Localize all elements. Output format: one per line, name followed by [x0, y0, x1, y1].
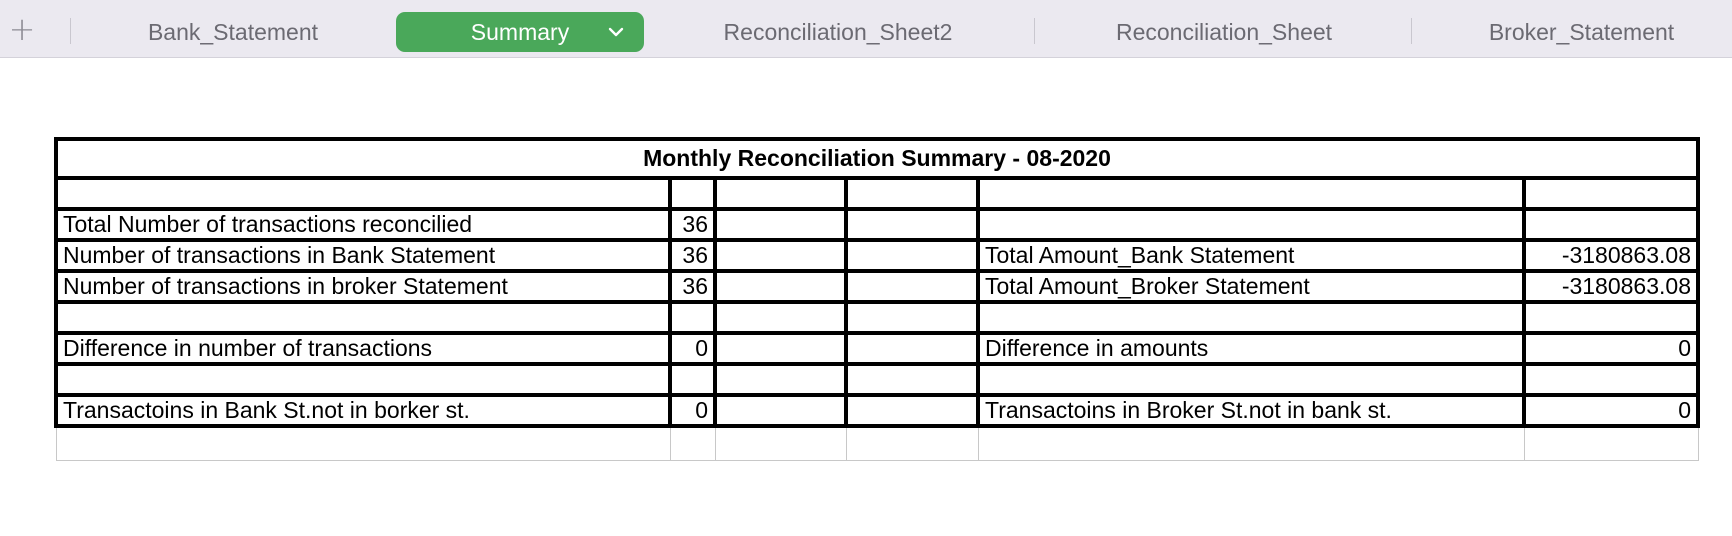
- table-cell[interactable]: [713, 269, 848, 304]
- count-difference-value[interactable]: 0: [668, 331, 717, 366]
- table-cell[interactable]: [54, 362, 672, 397]
- table-row: [55, 426, 1699, 461]
- summary-title[interactable]: Monthly Reconciliation Summary - 08-2020: [54, 137, 1700, 180]
- table-cell[interactable]: [844, 362, 980, 397]
- tab-broker-statement[interactable]: Broker_Statement: [1431, 12, 1732, 52]
- tab-divider: [1034, 18, 1035, 44]
- broker-count-label[interactable]: Number of transactions in broker Stateme…: [54, 269, 672, 304]
- table-cell[interactable]: [977, 426, 1525, 461]
- table-cell[interactable]: [1523, 426, 1699, 461]
- tab-divider: [1411, 18, 1412, 44]
- bank-total-value[interactable]: -3180863.08: [1522, 238, 1700, 273]
- total-reconciled-label[interactable]: Total Number of transactions reconcilied: [54, 207, 672, 242]
- table-cell[interactable]: [844, 176, 980, 211]
- broker-count-value[interactable]: 36: [668, 269, 717, 304]
- table-cell[interactable]: [844, 207, 980, 242]
- table-cell[interactable]: [55, 426, 671, 461]
- tab-reconciliation-sheet[interactable]: Reconciliation_Sheet: [1054, 12, 1394, 52]
- chevron-down-icon[interactable]: [606, 22, 626, 42]
- tab-label: Bank_Statement: [147, 18, 319, 45]
- table-cell[interactable]: [976, 176, 1526, 211]
- broker-not-bank-value[interactable]: 0: [1522, 393, 1700, 428]
- broker-total-value[interactable]: -3180863.08: [1522, 269, 1700, 304]
- reconciliation-summary-table: Monthly Reconciliation Summary - 08-2020…: [54, 137, 1700, 461]
- table-cell[interactable]: [844, 331, 980, 366]
- table-cell[interactable]: [713, 300, 848, 335]
- tab-label: Summary: [470, 18, 570, 45]
- table-cell[interactable]: [713, 238, 848, 273]
- tab-summary[interactable]: Summary: [396, 12, 644, 52]
- sheet-tab-bar: + Bank_Statement Summary Reconciliation_…: [0, 0, 1732, 58]
- table-cell[interactable]: [844, 393, 980, 428]
- table-cell[interactable]: [844, 238, 980, 273]
- title-row: Monthly Reconciliation Summary - 08-2020: [54, 137, 1700, 180]
- table-cell[interactable]: [1522, 300, 1700, 335]
- table-cell[interactable]: [976, 362, 1526, 397]
- table-cell[interactable]: [713, 362, 848, 397]
- table-cell[interactable]: [668, 176, 717, 211]
- bank-count-value[interactable]: 36: [668, 238, 717, 273]
- amount-difference-value[interactable]: 0: [1522, 331, 1700, 366]
- tab-label: Reconciliation_Sheet: [1115, 18, 1333, 45]
- table-cell[interactable]: [714, 426, 847, 461]
- tab-divider: [70, 18, 71, 44]
- table-cell[interactable]: [668, 300, 717, 335]
- bank-not-broker-label[interactable]: Transactoins in Bank St.not in borker st…: [54, 393, 672, 428]
- plus-icon: +: [8, 10, 36, 48]
- tab-reconciliation-sheet2[interactable]: Reconciliation_Sheet2: [664, 12, 1012, 52]
- total-reconciled-value[interactable]: 36: [668, 207, 717, 242]
- table-row: [54, 362, 1700, 397]
- table-cell[interactable]: [713, 207, 848, 242]
- table-cell[interactable]: [976, 207, 1526, 242]
- tab-label: Reconciliation_Sheet2: [723, 18, 953, 45]
- table-cell[interactable]: [976, 300, 1526, 335]
- table-row: Number of transactions in Bank Statement…: [54, 238, 1700, 273]
- table-row: Number of transactions in broker Stateme…: [54, 269, 1700, 304]
- table-cell[interactable]: [1522, 176, 1700, 211]
- table-row: [54, 176, 1700, 211]
- table-cell[interactable]: [1522, 362, 1700, 397]
- count-difference-label[interactable]: Difference in number of transactions: [54, 331, 672, 366]
- table-cell[interactable]: [54, 300, 672, 335]
- table-cell[interactable]: [1522, 207, 1700, 242]
- bank-total-label[interactable]: Total Amount_Bank Statement: [976, 238, 1526, 273]
- add-sheet-button[interactable]: +: [0, 0, 44, 58]
- table-cell[interactable]: [54, 176, 672, 211]
- table-cell[interactable]: [713, 176, 848, 211]
- bank-count-label[interactable]: Number of transactions in Bank Statement: [54, 238, 672, 273]
- table-row: [54, 300, 1700, 335]
- table-cell[interactable]: [669, 426, 716, 461]
- table-cell[interactable]: [845, 426, 979, 461]
- bank-not-broker-value[interactable]: 0: [668, 393, 717, 428]
- tab-bank-statement[interactable]: Bank_Statement: [90, 12, 376, 52]
- table-row: Transactoins in Bank St.not in borker st…: [54, 393, 1700, 428]
- amount-difference-label[interactable]: Difference in amounts: [976, 331, 1526, 366]
- table-cell[interactable]: [844, 300, 980, 335]
- broker-not-bank-label[interactable]: Transactoins in Broker St.not in bank st…: [976, 393, 1526, 428]
- broker-total-label[interactable]: Total Amount_Broker Statement: [976, 269, 1526, 304]
- table-cell[interactable]: [713, 393, 848, 428]
- table-row: Difference in number of transactions 0 D…: [54, 331, 1700, 366]
- table-cell[interactable]: [668, 362, 717, 397]
- spreadsheet-canvas: Monthly Reconciliation Summary - 08-2020…: [0, 58, 1732, 536]
- tab-label: Broker_Statement: [1488, 18, 1675, 45]
- table-row: Total Number of transactions reconcilied…: [54, 207, 1700, 242]
- table-cell[interactable]: [713, 331, 848, 366]
- table-cell[interactable]: [844, 269, 980, 304]
